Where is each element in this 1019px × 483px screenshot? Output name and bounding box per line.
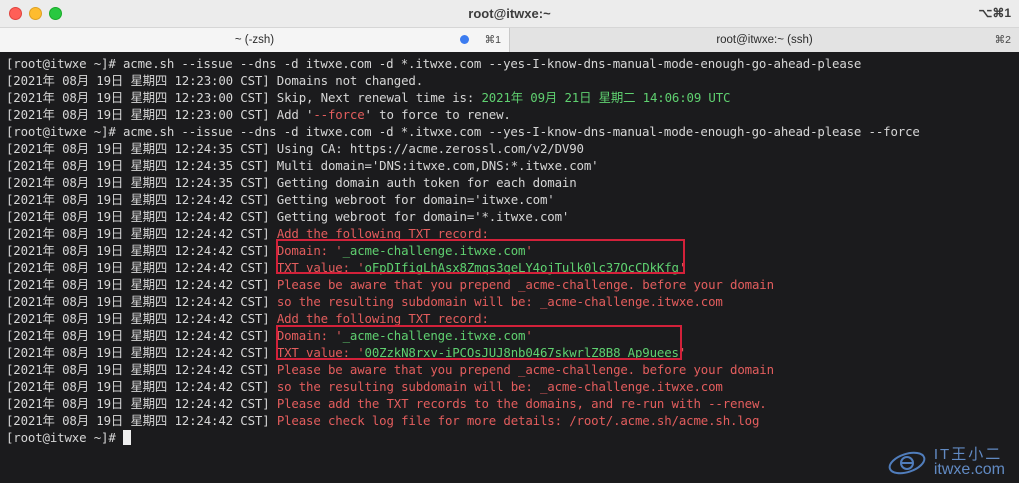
watermark-brand: IT王小二	[933, 446, 1003, 463]
terminal-text-text: [2021年 08月 19日 星期四 12:24:42 CST]	[6, 362, 277, 377]
terminal-text-text: [2021年 08月 19日 星期四 12:24:42 CST]	[6, 379, 277, 394]
terminal-text-text: [2021年 08月 19日 星期四 12:24:42 CST]	[6, 413, 277, 428]
terminal-text-text: [2021年 08月 19日 星期四 12:24:42 CST]	[6, 396, 277, 411]
tab-zsh[interactable]: ~ (-zsh) ⌘1	[0, 28, 509, 52]
window-title: root@itwxe:~	[468, 6, 551, 21]
terminal-text-text: [2021年 08月 19日 星期四 12:24:42 CST]	[6, 277, 277, 292]
terminal-text-text: [2021年 08月 19日 星期四 12:24:42 CST]	[6, 226, 277, 241]
tab-shortcut: ⌘1	[484, 34, 501, 46]
terminal-line: [root@itwxe ~]# acme.sh --issue --dns -d…	[6, 55, 1019, 72]
terminal-line: [2021年 08月 19日 星期四 12:24:42 CST] Getting…	[6, 208, 1019, 225]
terminal-text-text: [2021年 08月 19日 星期四 12:23:00 CST] Domains…	[6, 73, 424, 88]
tab-label: ~ (-zsh)	[234, 34, 275, 46]
terminal-text-red: Please be aware that you prepend _acme-c…	[276, 362, 774, 377]
terminal-text-text: [2021年 08月 19日 星期四 12:24:35 CST] Multi d…	[6, 158, 599, 173]
terminal-line: [2021年 08月 19日 星期四 12:24:42 CST] so the …	[6, 293, 1019, 310]
terminal-text-text: [2021年 08月 19日 星期四 12:24:42 CST]	[6, 294, 277, 309]
window-shortcut: ⌥⌘1	[978, 6, 1011, 20]
terminal-line: [2021年 08月 19日 星期四 12:24:42 CST] Please …	[6, 276, 1019, 293]
terminal-text-text: [2021年 08月 19日 星期四 12:24:35 CST] Getting…	[6, 175, 577, 190]
terminal-text-red: Please be aware that you prepend _acme-c…	[276, 277, 774, 292]
terminal-line: [2021年 08月 19日 星期四 12:24:42 CST] so the …	[6, 378, 1019, 395]
terminal-text-red: Please check log file for more details: …	[276, 413, 760, 428]
tab-ssh[interactable]: root@itwxe:~ (ssh) ⌘2	[509, 28, 1019, 52]
terminal-text-text: [2021年 08月 19日 星期四 12:24:42 CST]	[6, 260, 277, 275]
terminal-text-text: [2021年 08月 19日 星期四 12:24:42 CST] Getting…	[6, 192, 555, 207]
terminal-text-text: [2021年 08月 19日 星期四 12:24:42 CST] Getting…	[6, 209, 570, 224]
terminal-line: [2021年 08月 19日 星期四 12:24:42 CST] Please …	[6, 395, 1019, 412]
tab-label: root@itwxe:~ (ssh)	[716, 34, 813, 46]
title-bar: root@itwxe:~ ⌥⌘1	[0, 0, 1019, 28]
itwxe-logo-icon	[888, 451, 926, 475]
watermark-url: itwxe.com	[933, 461, 1005, 478]
terminal-line: [2021年 08月 19日 星期四 12:24:35 CST] Using C…	[6, 140, 1019, 157]
terminal-line: [2021年 08月 19日 星期四 12:23:00 CST] Domains…	[6, 72, 1019, 89]
highlight-box-record-1	[276, 239, 685, 274]
terminal-text-text: [2021年 08月 19日 星期四 12:24:42 CST]	[6, 243, 277, 258]
terminal-text-text: [2021年 08月 19日 星期四 12:24:35 CST] Using C…	[6, 141, 584, 156]
terminal-text-red: Please add the TXT records to the domain…	[276, 396, 767, 411]
terminal-text-red: so the resulting subdomain will be: _acm…	[276, 379, 723, 394]
terminal-line: [2021年 08月 19日 星期四 12:24:35 CST] Getting…	[6, 174, 1019, 191]
terminal-text-green: 2021年 09月 21日 星期二 14:06:09 UTC	[481, 90, 731, 105]
terminal-window: root@itwxe:~ ⌥⌘1 ~ (-zsh) ⌘1 root@itwxe:…	[0, 0, 1019, 483]
terminal-text-text: [2021年 08月 19日 星期四 12:23:00 CST] Skip, N…	[6, 90, 482, 105]
watermark: IT王小二 itwxe.com	[886, 446, 1005, 478]
terminal-text-text: [2021年 08月 19日 星期四 12:24:42 CST]	[6, 345, 277, 360]
highlight-box-record-2	[276, 325, 682, 360]
terminal-text-red: --force	[313, 107, 365, 122]
tab-bar: ~ (-zsh) ⌘1 root@itwxe:~ (ssh) ⌘2	[0, 28, 1019, 53]
terminal-line: [root@itwxe ~]#	[6, 429, 1019, 446]
terminal-line: [2021年 08月 19日 星期四 12:24:35 CST] Multi d…	[6, 157, 1019, 174]
terminal-line: [2021年 08月 19日 星期四 12:24:42 CST] Please …	[6, 412, 1019, 429]
terminal-text-red: so the resulting subdomain will be: _acm…	[276, 294, 723, 309]
terminal-line: [2021年 08月 19日 星期四 12:24:42 CST] Getting…	[6, 191, 1019, 208]
terminal-text-text: [root@itwxe ~]# acme.sh --issue --dns -d…	[6, 124, 920, 139]
terminal-text-text: [root@itwxe ~]#	[6, 430, 123, 445]
terminal-text-text: [2021年 08月 19日 星期四 12:24:42 CST]	[6, 311, 277, 326]
activity-dot-icon	[460, 35, 469, 44]
terminal-line: [2021年 08月 19日 星期四 12:23:00 CST] Add '--…	[6, 106, 1019, 123]
terminal-text-red: Add the following TXT record:	[276, 311, 489, 326]
terminal-text-text: [2021年 08月 19日 星期四 12:23:00 CST] Add '	[6, 107, 314, 122]
tab-shortcut: ⌘2	[994, 34, 1011, 46]
terminal-cursor	[122, 430, 131, 445]
terminal-text-text: [2021年 08月 19日 星期四 12:24:42 CST]	[6, 328, 277, 343]
terminal-text-text: [root@itwxe ~]# acme.sh --issue --dns -d…	[6, 56, 862, 71]
terminal-line: [root@itwxe ~]# acme.sh --issue --dns -d…	[6, 123, 1019, 140]
terminal-line: [2021年 08月 19日 星期四 12:23:00 CST] Skip, N…	[6, 89, 1019, 106]
terminal-text-tail: ' to force to renew.	[364, 107, 511, 122]
terminal-line: [2021年 08月 19日 星期四 12:24:42 CST] Please …	[6, 361, 1019, 378]
